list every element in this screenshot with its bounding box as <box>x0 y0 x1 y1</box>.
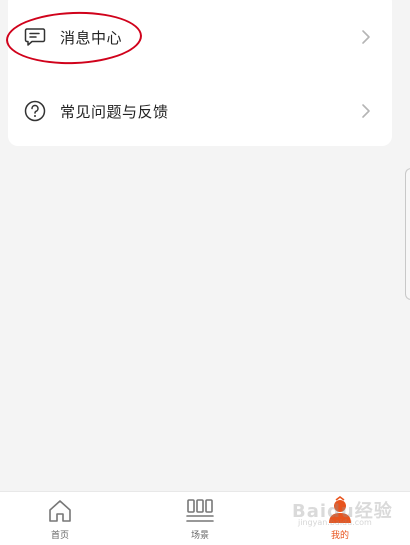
tab-label: 我的 <box>330 531 349 541</box>
menu-item-label: 消息中心 <box>60 28 123 47</box>
tab-label: 首页 <box>50 531 69 541</box>
settings-card: 消息中心 常见问题与反馈 <box>8 0 392 146</box>
tab-profile[interactable]: 我的 <box>300 492 380 545</box>
menu-item-faq-feedback[interactable]: 常见问题与反馈 <box>8 74 392 148</box>
menu-item-message-center[interactable]: 消息中心 <box>8 0 392 74</box>
bottom-tab-bar: 首页 场景 我的 <box>0 491 410 545</box>
home-icon <box>45 496 75 526</box>
menu-item-label: 常见问题与反馈 <box>60 102 169 121</box>
screen: 消息中心 常见问题与反馈 首页 场景 我的 Baidu经验 jingyan.ba… <box>0 0 410 545</box>
scene-icon <box>185 496 215 526</box>
profile-icon <box>325 496 355 526</box>
tab-label: 场景 <box>190 531 209 541</box>
tab-scene[interactable]: 场景 <box>160 492 240 545</box>
chevron-right-icon <box>358 103 374 119</box>
chevron-right-icon <box>358 29 374 45</box>
message-icon <box>23 25 47 49</box>
tab-home[interactable]: 首页 <box>20 492 100 545</box>
help-icon <box>23 99 47 123</box>
side-drawer-handle[interactable] <box>405 168 410 300</box>
